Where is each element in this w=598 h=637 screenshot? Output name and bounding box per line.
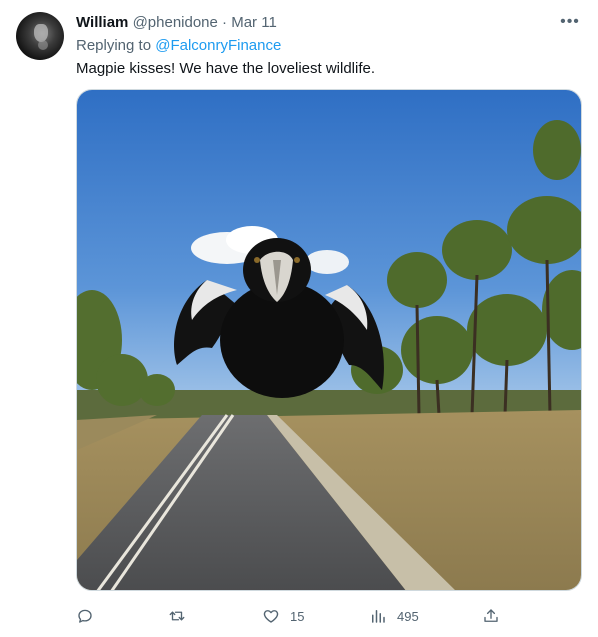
like-count: 15: [290, 608, 305, 624]
tweet-date[interactable]: Mar 11: [231, 14, 277, 31]
tweet-media-photo[interactable]: [76, 89, 582, 591]
tweet-text: Magpie kisses! We have the loveliest wil…: [76, 60, 376, 77]
magpie-road-photo: [77, 90, 581, 590]
like-button[interactable]: 15: [262, 604, 304, 628]
share-button[interactable]: [482, 604, 500, 628]
author-name[interactable]: William: [76, 14, 128, 31]
tweet-header: William @phenidone · Mar 11: [76, 14, 277, 32]
retweet-button[interactable]: [168, 604, 196, 628]
replying-prefix: Replying to: [76, 37, 156, 54]
replying-to: Replying to @FalconryFinance: [76, 37, 281, 54]
views-button[interactable]: 495: [369, 604, 419, 628]
tweet-actions: 15 495: [76, 604, 582, 628]
reply-icon: [78, 609, 92, 623]
more-options-icon[interactable]: •••: [560, 12, 580, 32]
author-handle[interactable]: @phenidone: [133, 14, 218, 31]
avatar-detail-2: [38, 40, 48, 50]
heart-icon: [263, 610, 279, 623]
retweet-icon: [169, 611, 185, 621]
views-count: 495: [397, 608, 419, 624]
avatar[interactable]: [16, 12, 64, 60]
reply-button[interactable]: [76, 604, 104, 628]
separator-dot: ·: [222, 14, 228, 31]
share-icon: [484, 609, 498, 622]
views-icon: [372, 610, 385, 623]
replying-mention-link[interactable]: @FalconryFinance: [155, 37, 281, 54]
